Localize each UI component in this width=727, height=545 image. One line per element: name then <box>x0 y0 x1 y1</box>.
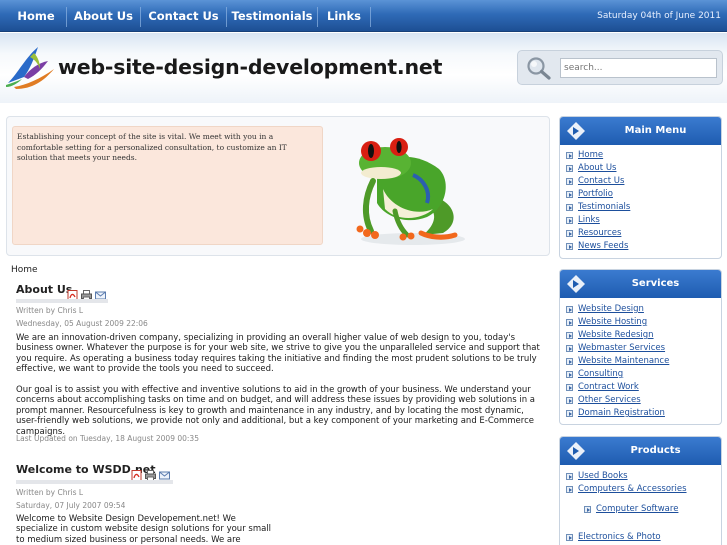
products-link[interactable]: Electronics & Photo <box>578 532 661 542</box>
main-menu-link[interactable]: About Us <box>578 163 616 173</box>
pdf-icon[interactable] <box>67 286 78 301</box>
title-underline <box>16 299 108 303</box>
article-author: Written by Chris L <box>16 306 84 315</box>
bullet-icon <box>566 534 573 541</box>
services-link[interactable]: Other Services <box>578 395 641 405</box>
site-title[interactable]: web-site-design-development.net <box>58 55 442 79</box>
main-menu-link[interactable]: Links <box>578 215 600 225</box>
services-module: Services Website Design Website Hosting … <box>559 269 722 425</box>
search-icon[interactable] <box>526 56 552 80</box>
main-menu-link[interactable]: News Feeds <box>578 241 628 251</box>
email-icon[interactable] <box>159 466 170 480</box>
services-link[interactable]: Consulting <box>578 369 623 379</box>
article-title-about-us[interactable]: About Us <box>16 283 72 296</box>
article-paragraph: We are an innovation-driven company, spe… <box>16 333 540 375</box>
bullet-icon <box>566 473 573 480</box>
nav-testimonials[interactable]: Testimonials <box>227 0 317 32</box>
article-date: Saturday, 07 July 2007 09:54 <box>16 501 126 510</box>
bullet-icon <box>566 486 573 493</box>
arrow-badge-icon <box>567 442 585 460</box>
intro-banner: Establishing your concept of the site is… <box>6 116 550 256</box>
module-title: Services <box>631 278 680 289</box>
module-header: Products <box>560 437 721 465</box>
module-header: Main Menu <box>560 117 721 145</box>
module-title: Products <box>630 445 681 456</box>
site-logo-icon[interactable] <box>4 43 58 91</box>
current-date: Saturday 04th of June 2011 <box>597 11 721 21</box>
services-link[interactable]: Website Redesign <box>578 330 654 340</box>
print-icon[interactable] <box>81 286 92 301</box>
main-content: Establishing your concept of the site is… <box>6 116 550 545</box>
module-header: Services <box>560 270 721 298</box>
bullet-icon <box>566 384 573 391</box>
bullet-icon <box>566 230 573 237</box>
email-icon[interactable] <box>95 286 106 300</box>
services-link[interactable]: Website Hosting <box>578 317 647 327</box>
products-module: Products Used Books Computers & Accessor… <box>559 436 722 545</box>
intro-box: Establishing your concept of the site is… <box>12 126 323 245</box>
bullet-icon <box>566 165 573 172</box>
main-menu-link[interactable]: Contact Us <box>578 176 624 186</box>
search-panel <box>517 50 723 85</box>
bullet-icon <box>566 319 573 326</box>
nav-contact-us[interactable]: Contact Us <box>141 0 226 32</box>
pdf-icon[interactable] <box>131 466 142 481</box>
site-header: web-site-design-development.net <box>0 33 727 103</box>
intro-text: Establishing your concept of the site is… <box>17 132 287 162</box>
article-paragraph: Our goal is to assist you with effective… <box>16 385 536 437</box>
bullet-icon <box>566 358 573 365</box>
bullet-icon <box>566 332 573 339</box>
products-link[interactable]: Used Books <box>578 471 628 481</box>
module-title: Main Menu <box>624 125 687 136</box>
services-link[interactable]: Website Design <box>578 304 644 314</box>
print-icon[interactable] <box>145 466 156 481</box>
bullet-icon <box>566 397 573 404</box>
bullet-icon <box>566 243 573 250</box>
main-menu-module: Main Menu Home About Us Contact Us Portf… <box>559 116 722 259</box>
main-menu-link[interactable]: Home <box>578 150 603 160</box>
breadcrumb[interactable]: Home <box>11 265 38 275</box>
nav-separator <box>370 7 371 27</box>
top-navigation-bar: Home About Us Contact Us Testimonials Li… <box>0 0 727 32</box>
main-menu-link[interactable]: Resources <box>578 228 621 238</box>
bullet-icon <box>566 204 573 211</box>
products-link[interactable]: Computer Software <box>596 504 678 514</box>
tree-frog-image <box>356 138 465 245</box>
article-author: Written by Chris L <box>16 488 84 497</box>
bullet-icon <box>566 178 573 185</box>
bullet-icon <box>566 345 573 352</box>
article-date: Wednesday, 05 August 2009 22:06 <box>16 319 148 328</box>
bullet-icon <box>584 506 591 513</box>
nav-about-us[interactable]: About Us <box>67 0 140 32</box>
title-underline <box>16 480 173 484</box>
services-link[interactable]: Website Maintenance <box>578 356 669 366</box>
services-link[interactable]: Webmaster Services <box>578 343 665 353</box>
products-link[interactable]: Computers & Accessories <box>578 484 687 494</box>
search-input[interactable] <box>560 58 717 78</box>
bullet-icon <box>566 306 573 313</box>
services-link[interactable]: Contract Work <box>578 382 639 392</box>
bullet-icon <box>566 217 573 224</box>
arrow-badge-icon <box>567 275 585 293</box>
nav-home[interactable]: Home <box>6 0 66 32</box>
main-menu-link[interactable]: Portfolio <box>578 189 613 199</box>
article-paragraph: Welcome to Website Design Developement.n… <box>16 514 272 545</box>
article-last-updated: Last Updated on Tuesday, 18 August 2009 … <box>16 434 199 443</box>
services-link[interactable]: Domain Registration <box>578 408 665 418</box>
bullet-icon <box>566 371 573 378</box>
bullet-icon <box>566 191 573 198</box>
nav-links[interactable]: Links <box>318 0 370 32</box>
bullet-icon <box>566 410 573 417</box>
main-menu-link[interactable]: Testimonials <box>578 202 630 212</box>
bullet-icon <box>566 152 573 159</box>
arrow-badge-icon <box>567 122 585 140</box>
